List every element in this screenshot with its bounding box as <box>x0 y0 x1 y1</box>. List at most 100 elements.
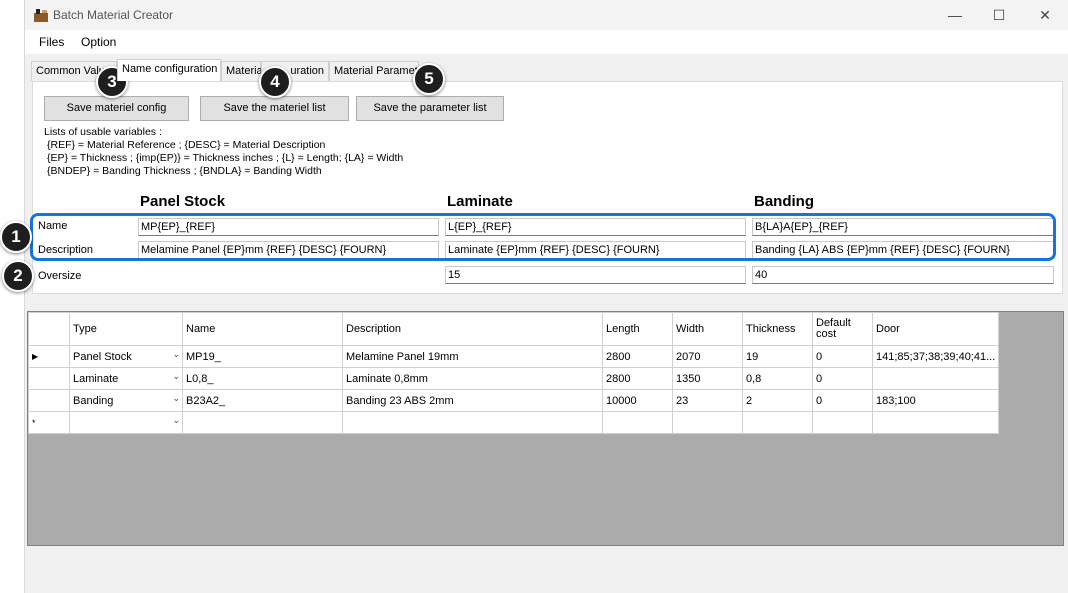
oversize-row-label: Oversize <box>38 270 82 282</box>
door-cell[interactable] <box>871 411 1000 434</box>
name-cell[interactable]: MP19_ <box>182 345 343 368</box>
name-cell[interactable]: L0,8_ <box>182 367 343 390</box>
app-icon <box>34 9 48 22</box>
default-cost-cell[interactable] <box>812 411 873 434</box>
type-combobox[interactable]: ⌄ <box>69 411 183 434</box>
name-config-panel: Save materiel config Save the materiel l… <box>32 81 1063 294</box>
column-length[interactable]: Length <box>602 312 673 346</box>
column-header-laminate: Laminate <box>447 193 513 210</box>
save-materiel-config-button[interactable]: Save materiel config <box>44 96 189 121</box>
save-materiel-list-button[interactable]: Save the materiel list <box>200 96 349 121</box>
callout-badge-1: 1 <box>0 221 32 253</box>
laminate-description-input[interactable]: Laminate {EP}mm {REF} {DESC} {FOURN} <box>445 241 746 259</box>
banding-description-input[interactable]: Banding {LA} ABS {EP}mm {REF} {DESC} {FO… <box>752 241 1054 259</box>
variables-help: Lists of usable variables : {REF} = Mate… <box>44 126 403 178</box>
column-header-banding: Banding <box>754 193 814 210</box>
variables-line: {REF} = Material Reference ; {DESC} = Ma… <box>47 139 326 151</box>
width-cell[interactable]: 1350 <box>672 367 743 390</box>
panel-stock-description-input[interactable]: Melamine Panel {EP}mm {REF} {DESC} {FOUR… <box>138 241 439 259</box>
tab-material-configuration[interactable]: Material <box>221 61 265 81</box>
new-row[interactable]: * ⌄ <box>28 411 1000 434</box>
thickness-cell[interactable]: 19 <box>742 345 813 368</box>
door-cell[interactable]: 141;85;37;38;39;40;41... <box>871 345 1000 368</box>
column-default-cost[interactable]: Default cost <box>812 312 873 346</box>
laminate-oversize-input[interactable]: 15 <box>445 266 746 284</box>
chevron-down-icon[interactable]: ⌄ <box>172 415 180 426</box>
row-header-corner <box>28 312 70 346</box>
row-selector-current[interactable]: ▶ <box>28 345 70 368</box>
description-cell[interactable]: Banding 23 ABS 2mm <box>342 389 603 412</box>
type-combobox[interactable]: Panel Stock ⌄ <box>69 345 183 368</box>
length-cell[interactable] <box>602 411 673 434</box>
window-title: Batch Material Creator <box>53 8 174 22</box>
table-row[interactable]: ▶ Panel Stock ⌄ MP19_ Melamine Panel 19mm… <box>28 345 1000 368</box>
description-cell[interactable]: Laminate 0,8mm <box>342 367 603 390</box>
panel-stock-name-input[interactable]: MP{EP}_{REF} <box>138 218 439 236</box>
chevron-down-icon[interactable]: ⌄ <box>172 371 180 382</box>
default-cost-cell[interactable]: 0 <box>812 345 873 368</box>
type-value: Banding <box>73 394 114 407</box>
door-cell[interactable]: 183;100 <box>871 389 1000 412</box>
thickness-cell[interactable] <box>742 411 813 434</box>
thickness-cell[interactable]: 2 <box>742 389 813 412</box>
type-value: Laminate <box>73 372 119 385</box>
type-combobox[interactable]: Laminate ⌄ <box>69 367 183 390</box>
variables-line: {BNDEP} = Banding Thickness ; {BNDLA} = … <box>47 165 322 177</box>
status-bar <box>25 556 1068 593</box>
column-name[interactable]: Name <box>182 312 343 346</box>
column-width[interactable]: Width <box>672 312 743 346</box>
description-cell[interactable]: Melamine Panel 19mm <box>342 345 603 368</box>
app-window: Batch Material Creator — ☐ ✕ Files Optio… <box>24 0 1068 593</box>
description-cell[interactable] <box>342 411 603 434</box>
menu-bar: Files Option <box>25 30 1068 54</box>
laminate-name-input[interactable]: L{EP}_{REF} <box>445 218 746 236</box>
column-type[interactable]: Type <box>69 312 183 346</box>
variables-heading: Lists of usable variables : <box>44 126 162 138</box>
table-row[interactable]: Banding ⌄ B23A2_ Banding 23 ABS 2mm 10000… <box>28 389 1000 412</box>
column-header-panel-stock: Panel Stock <box>140 193 226 210</box>
menu-files[interactable]: Files <box>39 35 64 49</box>
name-cell[interactable]: B23A2_ <box>182 389 343 412</box>
close-button[interactable]: ✕ <box>1025 4 1065 26</box>
save-parameter-list-button[interactable]: Save the parameter list <box>356 96 504 121</box>
tab-material-parameters[interactable]: Material Paramet <box>329 61 419 81</box>
title-bar: Batch Material Creator — ☐ ✕ <box>25 0 1068 30</box>
length-cell[interactable]: 2800 <box>602 367 673 390</box>
maximize-button[interactable]: ☐ <box>979 4 1019 26</box>
row-selector[interactable] <box>28 389 70 412</box>
callout-badge-4: 4 <box>259 66 291 98</box>
name-cell[interactable] <box>182 411 343 434</box>
width-cell[interactable]: 23 <box>672 389 743 412</box>
grid-header-row: Type Name Description Length Width Thick… <box>28 312 1000 346</box>
name-row-label: Name <box>38 220 68 232</box>
thickness-cell[interactable]: 0,8 <box>742 367 813 390</box>
type-combobox[interactable]: Banding ⌄ <box>69 389 183 412</box>
width-cell[interactable]: 2070 <box>672 345 743 368</box>
callout-badge-5: 5 <box>413 63 445 95</box>
table-row[interactable]: Laminate ⌄ L0,8_ Laminate 0,8mm 2800 1350… <box>28 367 1000 390</box>
column-thickness[interactable]: Thickness <box>742 312 813 346</box>
column-door[interactable]: Door <box>871 312 1000 346</box>
tab-name-configuration[interactable]: Name configuration <box>117 59 221 81</box>
minimize-button[interactable]: — <box>935 4 975 26</box>
new-row-marker[interactable]: * <box>28 411 70 434</box>
chevron-down-icon[interactable]: ⌄ <box>172 393 180 404</box>
length-cell[interactable]: 2800 <box>602 345 673 368</box>
chevron-down-icon[interactable]: ⌄ <box>172 349 180 360</box>
default-cost-cell[interactable]: 0 <box>812 389 873 412</box>
banding-name-input[interactable]: B{LA}A{EP}_{REF} <box>752 218 1054 236</box>
materials-table: Type Name Description Length Width Thick… <box>28 312 1000 434</box>
banding-oversize-input[interactable]: 40 <box>752 266 1054 284</box>
menu-option[interactable]: Option <box>81 35 116 49</box>
type-value: Panel Stock <box>73 350 132 363</box>
description-row-label: Description <box>38 244 94 256</box>
width-cell[interactable] <box>672 411 743 434</box>
length-cell[interactable]: 10000 <box>602 389 673 412</box>
callout-badge-2: 2 <box>2 260 34 292</box>
default-cost-cell[interactable]: 0 <box>812 367 873 390</box>
row-selector[interactable] <box>28 367 70 390</box>
column-description[interactable]: Description <box>342 312 603 346</box>
materials-grid: Type Name Description Length Width Thick… <box>27 311 1064 546</box>
tab-strip: Common Valu Name configuration Material … <box>31 59 1051 81</box>
door-cell[interactable] <box>871 367 1000 390</box>
